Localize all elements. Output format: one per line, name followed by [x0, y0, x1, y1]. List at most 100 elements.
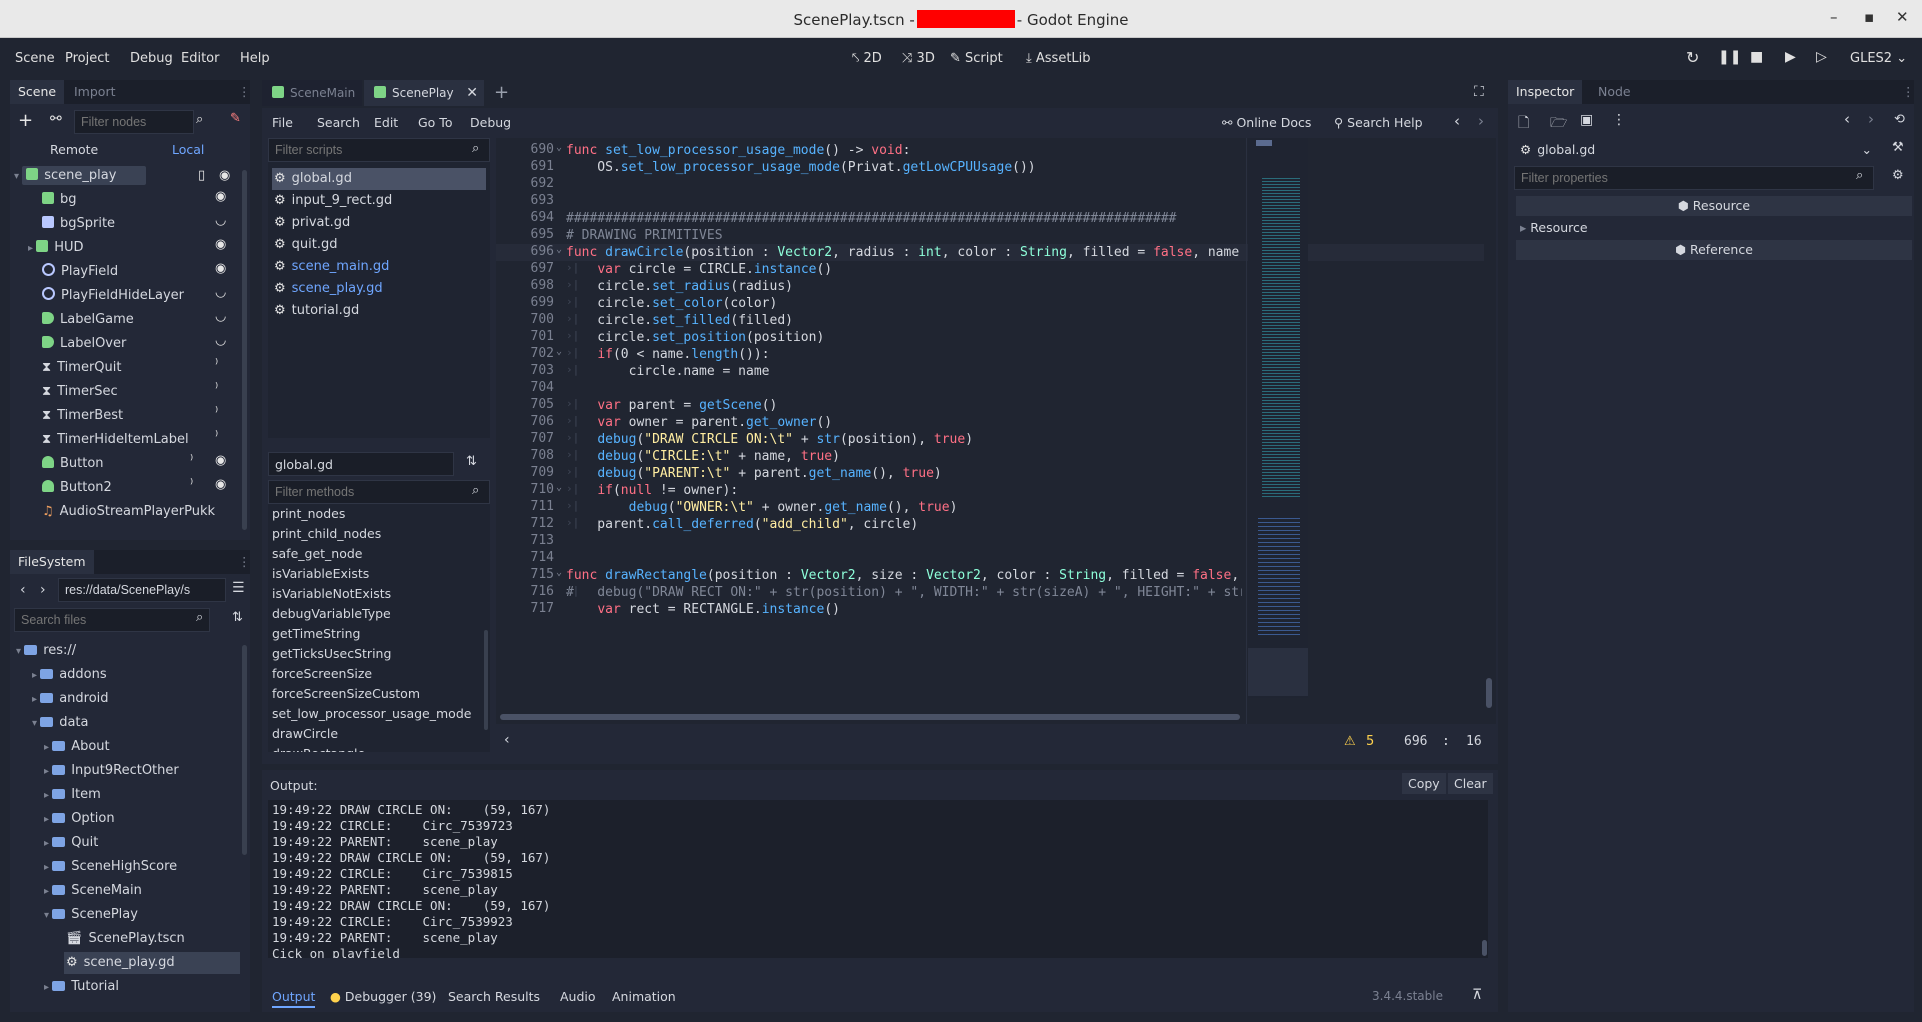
tab-inspector[interactable]: Inspector: [1508, 80, 1583, 104]
history-forward-icon[interactable]: ›: [1478, 112, 1484, 130]
tab-node[interactable]: Node: [1598, 80, 1631, 104]
file-tree-item[interactable]: ▾ res://: [16, 640, 76, 662]
code-line[interactable]: circle.set_filled(filled): [566, 312, 793, 329]
tab-scenemain[interactable]: SceneMain: [262, 80, 362, 106]
file-tree-item[interactable]: ▾ data: [32, 712, 89, 734]
reload-icon[interactable]: ↻: [1686, 48, 1699, 67]
open-folder-icon[interactable]: 🗁︎: [1550, 112, 1567, 136]
code-line[interactable]: debug("OWNER:\t" + owner.get_name(), tru…: [566, 499, 958, 516]
local-toggle[interactable]: Local: [172, 142, 204, 157]
stop-icon[interactable]: ■: [1750, 49, 1763, 65]
script-list-item[interactable]: ⚙ tutorial.gd: [274, 300, 359, 322]
more-options-icon[interactable]: ⋮: [1612, 112, 1626, 128]
code-line[interactable]: var owner = parent.get_owner(): [566, 414, 832, 431]
dock-menu-icon[interactable]: ⋮: [238, 550, 251, 574]
script-icon[interactable]: ▯: [198, 165, 205, 187]
tree-node[interactable]: ▸ HUD: [28, 237, 84, 259]
code-line[interactable]: debug("DRAW CIRCLE ON:\t" + str(position…: [566, 431, 973, 448]
tree-node[interactable]: bgSprite: [42, 213, 115, 235]
workspace-assetlib-button[interactable]: ⤓ AssetLib: [1026, 51, 1091, 66]
tab-animation[interactable]: Animation: [612, 989, 676, 1004]
hidden-icon[interactable]: ◡: [215, 333, 226, 348]
history-icon[interactable]: ⟲: [1894, 112, 1905, 127]
method-item[interactable]: safe_get_node: [272, 546, 363, 562]
method-item[interactable]: isVariableExists: [272, 566, 369, 582]
tab-audio[interactable]: Audio: [560, 989, 596, 1004]
file-tree-item[interactable]: ▸ addons: [32, 664, 107, 686]
tree-node-scene-play[interactable]: ▾ scene_play ▯ ◉: [14, 165, 242, 187]
workspace-script-button[interactable]: ✎ Script: [950, 51, 1003, 66]
pause-icon[interactable]: ❚❚: [1718, 49, 1741, 65]
code-line[interactable]: OS.set_low_processor_usage_mode(Privat.g…: [566, 159, 1035, 176]
code-line[interactable]: parent.call_deferred("add_child", circle…: [566, 516, 918, 533]
tab-search-results[interactable]: Search Results: [448, 989, 540, 1004]
signal-icon[interactable]: ⁾: [215, 405, 218, 420]
tree-node[interactable]: ⧗ TimerBest: [42, 405, 123, 427]
file-tree-item[interactable]: ▸ SceneMain: [44, 880, 142, 902]
tree-node[interactable]: ♫ AudioStreamPlayerPukk: [42, 501, 215, 523]
code-line[interactable]: # DRAWING PRIMITIVES: [566, 227, 723, 244]
file-tree-item[interactable]: ▸ SceneHighScore: [44, 856, 177, 878]
method-item[interactable]: getTimeString: [272, 626, 360, 642]
file-tree-item[interactable]: ▸ Input9RectOther: [44, 760, 179, 782]
code-line[interactable]: func drawRectangle(position : Vector2, s…: [566, 567, 1242, 584]
script-menu-goto[interactable]: Go To: [418, 115, 452, 130]
file-tree-item[interactable]: 🎬︎ ScenePlay.tscn: [66, 928, 185, 950]
method-item[interactable]: forceScreenSizeCustom: [272, 686, 420, 702]
method-item[interactable]: set_low_processor_usage_mode: [272, 706, 471, 722]
workspace-2d-button[interactable]: ⤣ 2D: [852, 51, 882, 66]
fold-chevron-icon[interactable]: ⌄: [556, 346, 562, 357]
code-line[interactable]: circle.set_color(color): [566, 295, 777, 312]
back-icon[interactable]: ‹: [20, 582, 26, 598]
history-back-icon[interactable]: ‹: [1844, 110, 1850, 128]
menu-project[interactable]: Project: [65, 51, 109, 66]
signal-icon[interactable]: ⁾: [190, 453, 193, 468]
file-tree-item[interactable]: ▸ About: [44, 736, 110, 758]
script-menu-debug[interactable]: Debug: [470, 115, 511, 130]
code-vertical-scrollbar[interactable]: [1486, 678, 1492, 708]
tree-node[interactable]: Button: [42, 453, 104, 475]
tab-debugger[interactable]: ● Debugger (39): [330, 989, 436, 1004]
remote-toggle[interactable]: Remote: [50, 142, 98, 157]
code-line[interactable]: func set_low_processor_usage_mode() -> v…: [566, 142, 910, 159]
method-item[interactable]: drawCircle: [272, 726, 338, 742]
filter-scripts-input[interactable]: [268, 138, 490, 162]
object-properties-icon[interactable]: ⚒: [1892, 140, 1904, 155]
signal-icon[interactable]: ⁾: [190, 477, 193, 492]
fold-chevron-icon[interactable]: ⌄: [556, 482, 562, 493]
output-scrollbar[interactable]: [1482, 940, 1487, 956]
tree-node[interactable]: ⧗ TimerSec: [42, 381, 118, 403]
code-line[interactable]: debug("PARENT:\t" + parent.get_name(), t…: [566, 465, 941, 482]
forward-icon[interactable]: ›: [40, 582, 46, 598]
visibility-icon[interactable]: ◉: [215, 261, 226, 276]
pin-panel-icon[interactable]: ⊼: [1472, 987, 1482, 1003]
dock-menu-icon[interactable]: ⋮: [238, 80, 251, 104]
fullscreen-icon[interactable]: ⛶: [1474, 84, 1484, 100]
signal-icon[interactable]: ⁾: [215, 381, 218, 396]
inspected-object-select[interactable]: ⚙ global.gd ⌄: [1516, 138, 1878, 162]
tree-node[interactable]: ⧗ TimerQuit: [42, 357, 121, 379]
tree-node[interactable]: PlayFieldHideLayer: [42, 285, 184, 307]
online-docs-button[interactable]: ⚯ Online Docs: [1222, 115, 1311, 130]
methods-scrollbar[interactable]: [484, 630, 488, 730]
script-list-item-selected[interactable]: ⚙ global.gd: [272, 168, 486, 190]
history-back-icon[interactable]: ‹: [1454, 112, 1460, 130]
filter-nodes-input[interactable]: [74, 110, 194, 134]
hidden-icon[interactable]: ◡: [215, 285, 226, 300]
fold-chevron-icon[interactable]: ⌄: [556, 567, 562, 578]
script-list-item[interactable]: ⚙ scene_main.gd: [274, 256, 389, 278]
renderer-select[interactable]: GLES2 ⌄: [1850, 51, 1907, 66]
code-line[interactable]: var parent = getScene(): [566, 397, 777, 414]
hidden-icon[interactable]: ◡: [215, 309, 226, 324]
close-tab-icon[interactable]: ✕: [466, 80, 478, 106]
sort-icon[interactable]: ⇅: [232, 610, 243, 625]
file-tree-item-selected[interactable]: ⚙ scene_play.gd: [64, 952, 240, 974]
clear-button[interactable]: Clear: [1448, 773, 1493, 794]
fold-chevron-icon[interactable]: ⌄: [556, 142, 562, 153]
hidden-icon[interactable]: ◡: [215, 213, 226, 228]
menu-debug[interactable]: Debug: [130, 51, 173, 66]
signal-icon[interactable]: ⁾: [215, 357, 218, 372]
code-editor[interactable]: 690 ⌄ 691 692 693 694 695 696 ⌄ 697 698 699 700 701 70…: [496, 138, 1496, 724]
method-item[interactable]: isVariableNotExists: [272, 586, 391, 602]
menu-help[interactable]: Help: [240, 51, 270, 66]
